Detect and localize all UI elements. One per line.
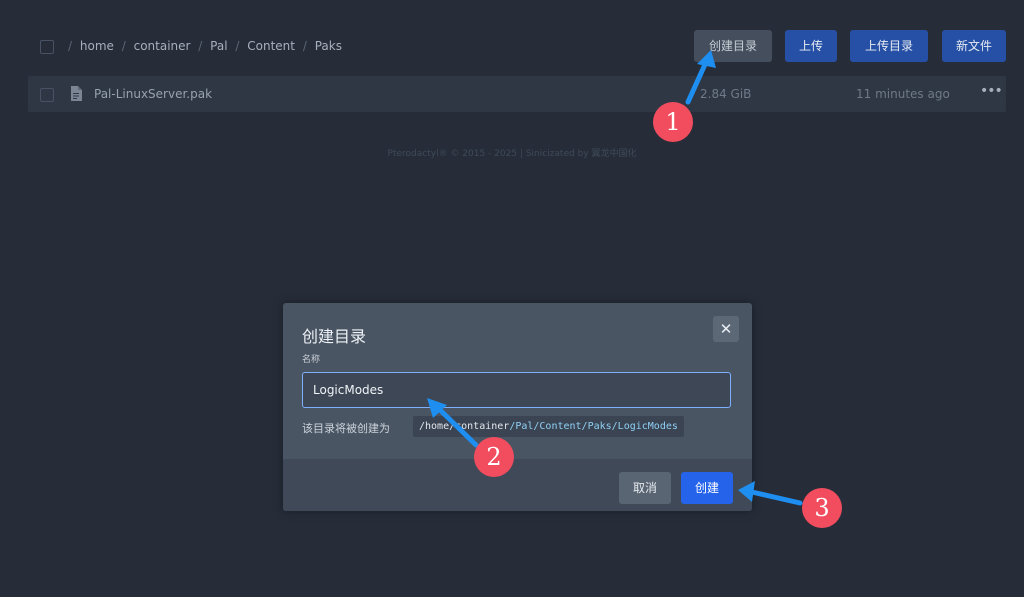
file-modified-time: 11 minutes ago xyxy=(856,87,950,101)
directory-name-input[interactable]: LogicModes xyxy=(302,372,731,408)
annotation-marker-3: 3 xyxy=(802,488,842,528)
file-icon xyxy=(71,86,82,101)
breadcrumb-root-separator: / xyxy=(68,39,73,53)
breadcrumb-item-container[interactable]: container xyxy=(134,39,191,53)
create-button[interactable]: 创建 xyxy=(681,472,733,504)
modal-title: 创建目录 xyxy=(302,327,367,346)
breadcrumb-item-paks[interactable]: Paks xyxy=(315,39,342,53)
breadcrumb: / home / container / Pal / Content / Pak… xyxy=(68,39,342,53)
breadcrumb-separator: / xyxy=(235,39,240,53)
file-select-checkbox[interactable] xyxy=(40,88,54,102)
file-size: 2.84 GiB xyxy=(700,87,752,101)
target-path-base: /home/container xyxy=(419,421,510,432)
footer-copyright: Pterodactyl® © 2015 - 2025 | Sinicizated… xyxy=(387,149,637,159)
annotation-marker-2: 2 xyxy=(474,437,514,477)
breadcrumb-item-pal[interactable]: Pal xyxy=(210,39,227,53)
upload-directory-button[interactable]: 上传目录 xyxy=(850,30,928,62)
target-path: /home/container/Pal/Content/Paks/LogicMo… xyxy=(413,416,684,437)
close-icon[interactable]: ✕ xyxy=(713,316,739,342)
target-path-highlight: /Pal/Content/Paks/LogicModes xyxy=(509,421,678,432)
breadcrumb-separator: / xyxy=(198,39,203,53)
breadcrumb-item-content[interactable]: Content xyxy=(247,39,295,53)
file-row[interactable]: Pal-LinuxServer.pak 2.84 GiB 11 minutes … xyxy=(28,76,1006,112)
file-toolbar: / home / container / Pal / Content / Pak… xyxy=(28,30,1008,64)
file-name[interactable]: Pal-LinuxServer.pak xyxy=(94,87,212,101)
upload-button[interactable]: 上传 xyxy=(785,30,837,62)
create-directory-modal: 创建目录 ✕ 名称 LogicModes 该目录将被创建为 /home/cont… xyxy=(283,303,752,511)
create-path-hint: 该目录将被创建为 xyxy=(302,422,390,435)
name-field-label: 名称 xyxy=(302,355,321,365)
file-options-menu-icon[interactable]: ••• xyxy=(980,83,1003,99)
select-all-checkbox[interactable] xyxy=(40,40,54,54)
breadcrumb-separator: / xyxy=(302,39,307,53)
new-directory-button[interactable]: 创建目录 xyxy=(694,30,772,62)
annotation-marker-1: 1 xyxy=(653,102,693,142)
file-manager-page: / home / container / Pal / Content / Pak… xyxy=(0,0,1024,597)
cancel-button[interactable]: 取消 xyxy=(619,472,671,504)
breadcrumb-separator: / xyxy=(121,39,126,53)
new-file-button[interactable]: 新文件 xyxy=(942,30,1006,62)
modal-footer: 取消 创建 xyxy=(283,459,752,511)
breadcrumb-item-home[interactable]: home xyxy=(80,39,114,53)
